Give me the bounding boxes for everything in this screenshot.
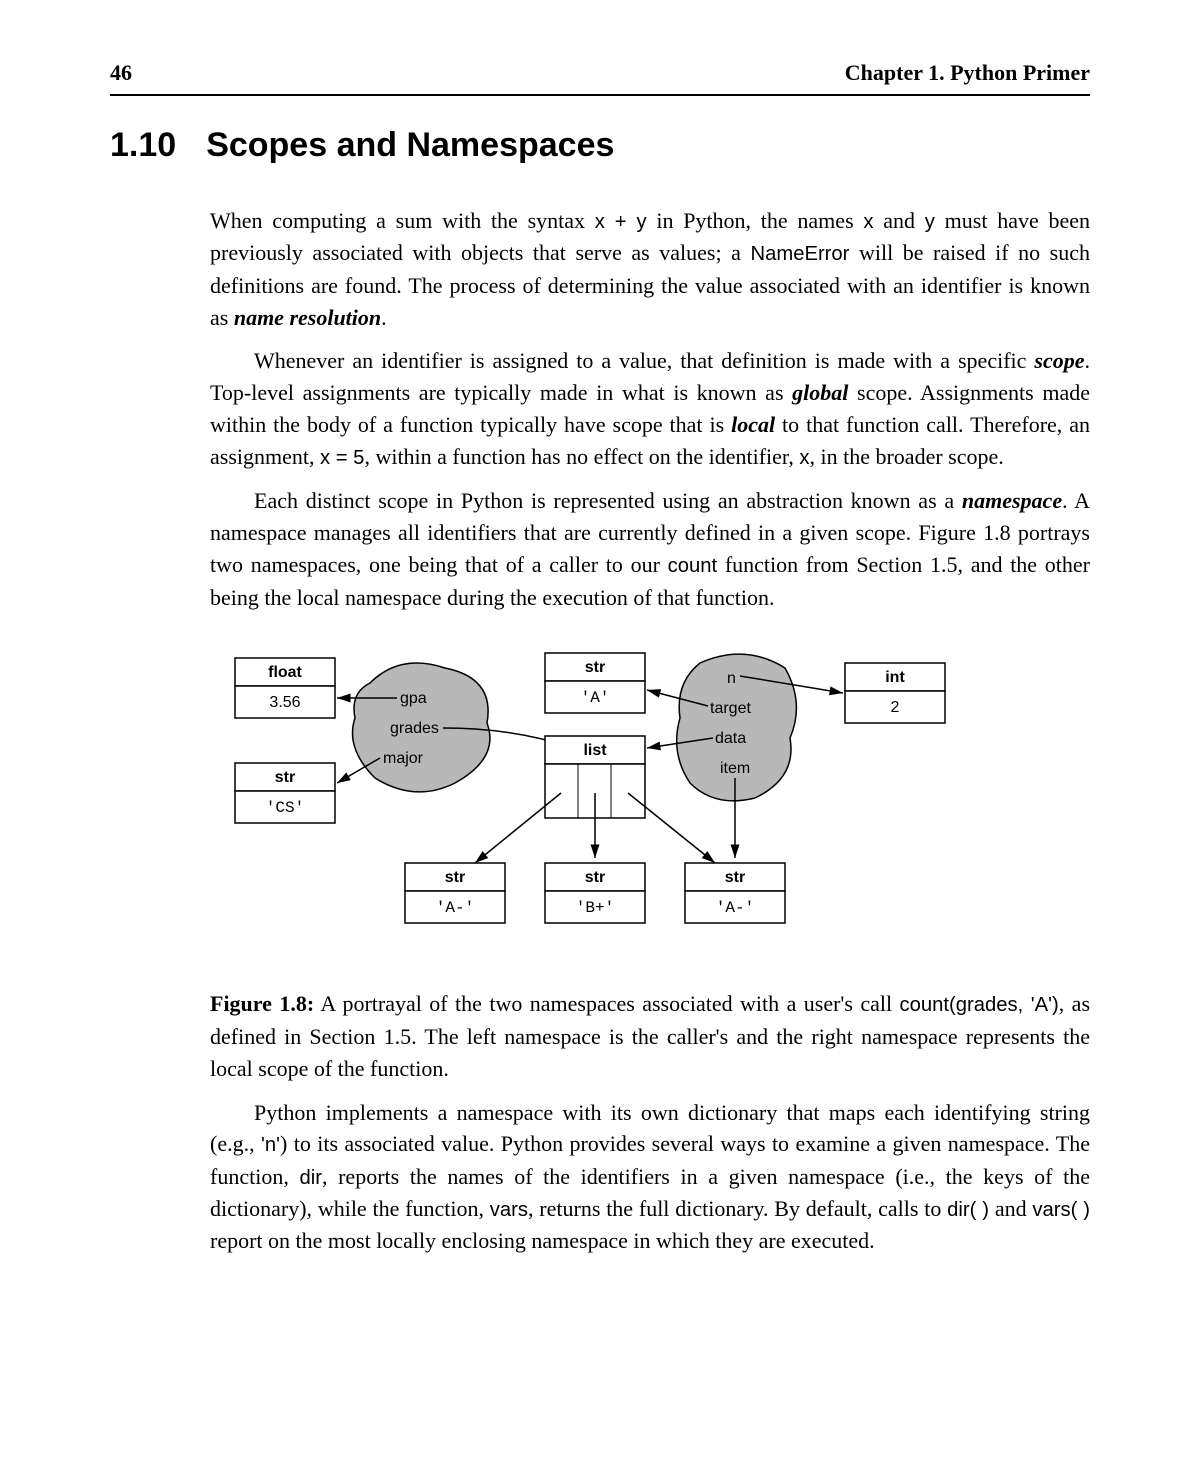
svg-text:str: str xyxy=(725,869,745,886)
major-label: major xyxy=(383,750,424,767)
code-x2: x xyxy=(799,447,809,469)
page-number: 46 xyxy=(110,60,132,86)
str-cs-box: str 'CS' xyxy=(235,763,335,823)
data-label: data xyxy=(715,730,746,747)
body-content: When computing a sum with the syntax x +… xyxy=(210,205,1090,1257)
chapter-title: Chapter 1. Python Primer xyxy=(845,60,1090,86)
code-x: x xyxy=(863,211,873,233)
code-call: count(grades, 'A') xyxy=(900,994,1059,1016)
term-namespace: namespace xyxy=(962,488,1062,513)
code-expr: x + y xyxy=(595,211,647,233)
svg-text:'A-': 'A-' xyxy=(436,899,474,917)
section-number: 1.10 xyxy=(110,126,176,165)
svg-text:2: 2 xyxy=(891,699,900,716)
svg-text:3.56: 3.56 xyxy=(269,694,300,711)
page-header: 46 Chapter 1. Python Primer xyxy=(110,60,1090,96)
code-vars: vars xyxy=(490,1199,528,1221)
code-n: 'n' xyxy=(261,1134,280,1156)
figure-caption: Figure 1.8: A portrayal of the two names… xyxy=(210,988,1090,1084)
code-assign: x = 5 xyxy=(320,447,364,469)
term-scope: scope xyxy=(1034,348,1084,373)
local-namespace-blob: n target data item xyxy=(677,655,797,802)
float-box: float 3.56 xyxy=(235,658,335,718)
section-title-text: Scopes and Namespaces xyxy=(206,126,614,164)
svg-text:list: list xyxy=(583,742,607,759)
paragraph-4: Python implements a namespace with its o… xyxy=(210,1097,1090,1258)
figure-number: Figure 1.8: xyxy=(210,991,314,1016)
str-a-box: str 'A' xyxy=(545,653,645,713)
paragraph-3: Each distinct scope in Python is represe… xyxy=(210,485,1090,613)
paragraph-2: Whenever an identifier is assigned to a … xyxy=(210,345,1090,473)
code-y: y xyxy=(925,211,935,233)
str-am2-box: str 'A-' xyxy=(685,863,785,923)
target-label: target xyxy=(710,700,751,717)
figure-1-8: float 3.56 str 'CS' gpa grades major xyxy=(210,648,1090,958)
str-bp-box: str 'B+' xyxy=(545,863,645,923)
str-am-box: str 'A-' xyxy=(405,863,505,923)
namespace-diagram-svg: float 3.56 str 'CS' gpa grades major xyxy=(225,648,1075,958)
code-count: count xyxy=(668,555,718,577)
code-dir-call: dir( ) xyxy=(947,1199,989,1221)
svg-text:'B+': 'B+' xyxy=(576,899,614,917)
page: 46 Chapter 1. Python Primer 1.10 Scopes a… xyxy=(0,0,1200,1329)
code-vars-call: vars( ) xyxy=(1032,1199,1090,1221)
svg-text:str: str xyxy=(585,659,605,676)
svg-text:int: int xyxy=(885,669,905,686)
svg-text:str: str xyxy=(275,769,295,786)
n-label: n xyxy=(727,670,736,687)
section-heading: 1.10 Scopes and Namespaces xyxy=(110,126,1090,165)
svg-text:str: str xyxy=(585,869,605,886)
svg-text:'CS': 'CS' xyxy=(266,799,304,817)
grades-label: grades xyxy=(390,720,439,737)
caller-namespace-blob: gpa grades major xyxy=(353,663,490,792)
int-box: int 2 xyxy=(845,663,945,723)
code-nameerror: NameError xyxy=(750,243,849,265)
svg-text:'A-': 'A-' xyxy=(716,899,754,917)
paragraph-1: When computing a sum with the syntax x +… xyxy=(210,205,1090,333)
term-local: local xyxy=(731,412,775,437)
gpa-label: gpa xyxy=(400,690,427,707)
item-label: item xyxy=(720,760,750,777)
code-dir: dir xyxy=(299,1167,322,1189)
term-name-resolution: name resolution xyxy=(234,305,381,330)
svg-text:str: str xyxy=(445,869,465,886)
svg-text:'A': 'A' xyxy=(581,689,610,707)
term-global: global xyxy=(792,380,848,405)
svg-text:float: float xyxy=(268,664,302,681)
